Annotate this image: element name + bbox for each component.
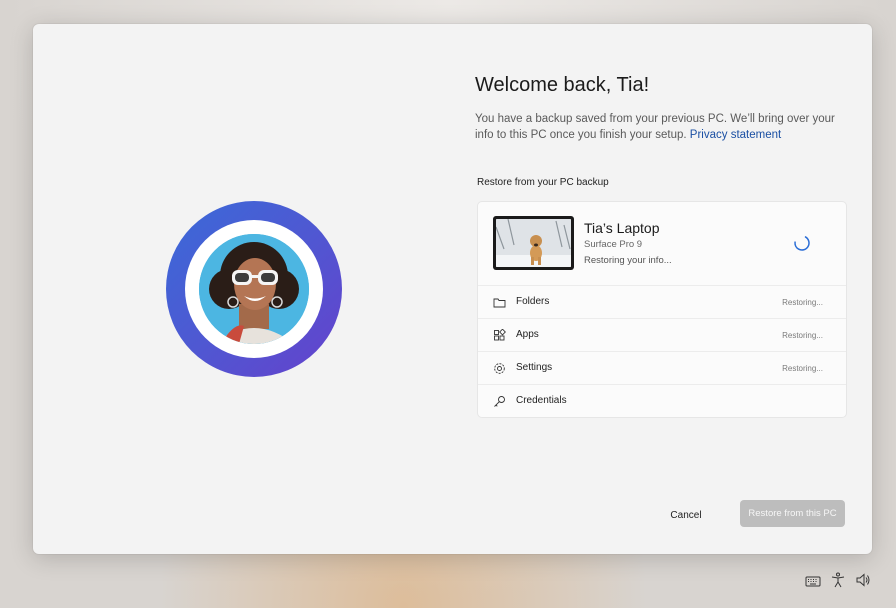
item-status: Restoring... [782, 364, 823, 373]
item-label: Folders [516, 296, 550, 307]
list-item-settings: Settings Restoring... [478, 351, 846, 384]
page-description: You have a backup saved from your previo… [475, 111, 835, 143]
list-item-apps: Apps Restoring... [478, 318, 846, 351]
device-thumbnail [493, 216, 574, 270]
key-icon [494, 396, 505, 407]
device-name: Tia’s Laptop [584, 220, 660, 236]
list-item-credentials: Credentials [478, 384, 846, 417]
item-status: Restoring... [782, 298, 823, 307]
volume-icon[interactable] [855, 572, 871, 588]
accessibility-icon[interactable] [830, 572, 846, 588]
backup-card: Tia’s Laptop Surface Pro 9 Restoring you… [477, 201, 847, 418]
apps-icon [494, 329, 506, 341]
item-label: Credentials [516, 395, 567, 406]
list-item-folders: Folders Restoring... [478, 285, 846, 318]
oobe-dialog: Welcome back, Tia! You have a backup sav… [33, 24, 872, 554]
restore-from-this-pc-button[interactable]: Restore from this PC [740, 500, 845, 527]
privacy-statement-link[interactable]: Privacy statement [690, 129, 781, 141]
item-label: Apps [516, 329, 539, 340]
avatar [199, 234, 309, 344]
keyboard-icon[interactable] [805, 573, 821, 589]
folder-icon [493, 298, 506, 308]
user-avatar-ring [166, 201, 342, 377]
device-status: Restoring your info... [584, 255, 672, 266]
item-label: Settings [516, 362, 553, 373]
device-model: Surface Pro 9 [584, 239, 643, 250]
gear-icon [494, 363, 505, 374]
loading-spinner-icon [794, 235, 810, 251]
device-row: Tia’s Laptop Surface Pro 9 Restoring you… [478, 202, 846, 285]
section-label: Restore from your PC backup [477, 177, 609, 188]
item-status: Restoring... [782, 331, 823, 340]
page-title: Welcome back, Tia! [475, 74, 650, 96]
cancel-button[interactable]: Cancel [649, 502, 723, 528]
